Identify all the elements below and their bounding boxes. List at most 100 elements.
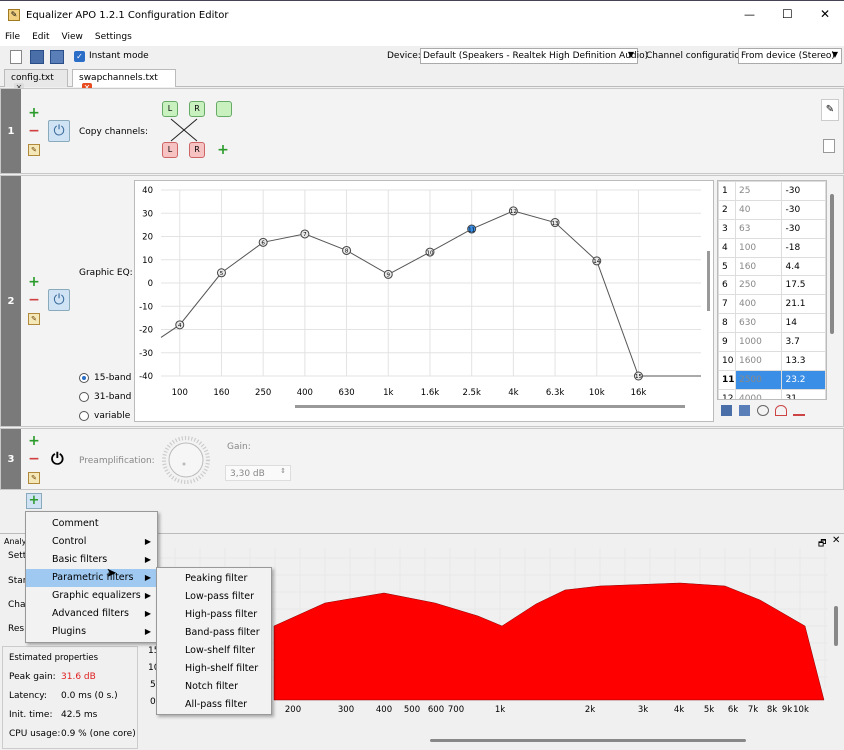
dest-channel-l[interactable]: L — [162, 142, 178, 158]
table-row[interactable]: 4 100 -18 — [718, 237, 826, 258]
table-cell[interactable]: 3.7 — [781, 332, 826, 353]
submenu-item[interactable]: All-pass filter — [157, 696, 247, 714]
table-cell[interactable]: 13.3 — [781, 351, 826, 371]
add-icon[interactable]: + — [28, 275, 40, 289]
menu-item[interactable]: Graphic equalizers ▶ — [26, 587, 157, 605]
table-row[interactable]: 8 630 14 — [718, 313, 826, 334]
table-cell[interactable]: 100 — [734, 237, 783, 258]
source-channel-r[interactable]: R — [189, 101, 205, 117]
table-cell[interactable]: 2500 — [734, 369, 783, 390]
align-icon[interactable] — [757, 405, 769, 416]
table-cell[interactable]: 3 — [718, 218, 736, 239]
save-as-icon[interactable] — [50, 50, 64, 64]
tab-swapchannels[interactable]: swapchannels.txt✕ — [72, 69, 176, 93]
table-cell[interactable]: 17.5 — [781, 275, 826, 296]
table-row[interactable]: 11 2500 23.2 — [718, 369, 826, 390]
table-cell[interactable]: 25 — [734, 181, 783, 201]
table-cell[interactable]: -18 — [781, 237, 826, 258]
table-row[interactable]: 10 1600 13.3 — [718, 351, 826, 371]
device-select[interactable]: Default (Speakers - Realtek High Definit… — [420, 48, 648, 64]
table-cell[interactable]: 12 — [718, 388, 736, 399]
menu-settings[interactable]: Settings — [89, 30, 138, 44]
instant-mode-checkbox[interactable]: ✓ — [74, 51, 85, 62]
radio-15-band[interactable] — [79, 373, 89, 383]
spread-icon[interactable] — [775, 405, 787, 416]
table-cell[interactable]: 160 — [734, 256, 783, 277]
eq-table[interactable]: 1 25 -30 2 40 -30 3 63 -30 4 100 -18 5 160 4.4 6 250 17.5… — [717, 180, 827, 400]
power-toggle[interactable]: ⏻ — [48, 120, 70, 142]
table-cell[interactable]: 9 — [718, 332, 736, 353]
table-row[interactable]: 7 400 21.1 — [718, 294, 826, 315]
edit-icon[interactable]: ✎ — [28, 144, 40, 156]
edit-icon[interactable]: ✎ — [28, 313, 40, 325]
table-cell[interactable]: 6 — [718, 275, 736, 296]
table-row[interactable]: 2 40 -30 — [718, 199, 826, 220]
eq-scrollbar-v[interactable] — [707, 251, 710, 311]
eq-chart[interactable]: 403020100-10-20-30-40100 160 250 400 630 1k 1.… — [134, 180, 714, 422]
add-icon[interactable]: + — [28, 106, 40, 120]
menu-view[interactable]: View — [56, 30, 89, 44]
save-icon[interactable] — [30, 50, 44, 64]
menu-item[interactable]: Control ▶ — [26, 533, 157, 551]
table-cell[interactable]: -30 — [781, 181, 826, 201]
table-cell[interactable]: 4 — [718, 237, 736, 258]
invert-icon[interactable] — [793, 405, 805, 416]
table-cell[interactable]: 250 — [734, 275, 783, 296]
menu-item[interactable]: Plugins ▶ — [26, 623, 157, 641]
table-cell[interactable]: 4000 — [734, 388, 783, 399]
add-filter-button[interactable]: + — [26, 493, 42, 509]
add-channel-icon[interactable]: + — [217, 143, 229, 157]
menu-item[interactable]: Advanced filters ▶ — [26, 605, 157, 623]
channel-config-select[interactable]: From device (Stereo) ▼ — [738, 48, 842, 64]
close-icon[interactable]: ✕ — [832, 535, 840, 546]
eq-scrollbar-h[interactable] — [295, 405, 685, 408]
new-file-icon[interactable] — [10, 50, 22, 64]
power-off-icon[interactable]: ⏻ — [51, 449, 64, 469]
table-cell[interactable]: 7 — [718, 294, 736, 315]
table-cell[interactable]: 11 — [718, 369, 736, 390]
table-cell[interactable]: 1 — [718, 181, 736, 201]
source-channel-empty[interactable] — [216, 101, 232, 117]
table-cell[interactable]: 5 — [718, 256, 736, 277]
table-cell[interactable]: 21.1 — [781, 294, 826, 315]
edit-icon[interactable]: ✎ — [28, 472, 40, 484]
radio-variable[interactable] — [79, 411, 89, 421]
table-cell[interactable]: 400 — [734, 294, 783, 315]
menu-item[interactable]: Parametric filters ▶ — [26, 569, 157, 587]
table-row[interactable]: 9 1000 3.7 — [718, 332, 826, 353]
power-toggle[interactable]: ⏻ — [48, 289, 70, 311]
table-cell[interactable]: 63 — [734, 218, 783, 239]
submenu-item[interactable]: High-shelf filter — [157, 660, 258, 678]
table-cell[interactable]: 4.4 — [781, 256, 826, 277]
analysis-scrollbar-h[interactable] — [430, 739, 746, 742]
menu-item[interactable]: Comment — [26, 515, 157, 533]
table-cell[interactable]: 14 — [781, 313, 826, 334]
document-icon[interactable] — [823, 139, 835, 153]
brush-icon[interactable]: ✎ — [821, 99, 839, 121]
table-cell[interactable]: 630 — [734, 313, 783, 334]
submenu-item[interactable]: Band-pass filter — [157, 624, 260, 642]
table-cell[interactable]: -30 — [781, 218, 826, 239]
table-cell[interactable]: 40 — [734, 199, 783, 220]
menu-item[interactable]: Basic filters ▶ — [26, 551, 157, 569]
save-icon[interactable] — [721, 405, 732, 416]
submenu-item[interactable]: Notch filter — [157, 678, 238, 696]
gain-spinbox[interactable]: 3,30 dB ⇕ — [225, 465, 291, 481]
table-cell[interactable]: 8 — [718, 313, 736, 334]
menu-edit[interactable]: Edit — [26, 30, 55, 44]
table-row[interactable]: 3 63 -30 — [718, 218, 826, 239]
tab-config[interactable]: config.txt✕ — [4, 69, 68, 93]
gain-knob[interactable] — [158, 433, 214, 487]
table-cell[interactable]: 10 — [718, 351, 736, 371]
menu-file[interactable]: File — [0, 30, 26, 44]
table-cell[interactable]: 31 — [781, 388, 826, 399]
remove-icon[interactable]: − — [28, 124, 40, 138]
submenu-item[interactable]: Peaking filter — [157, 570, 247, 588]
remove-icon[interactable]: − — [28, 452, 40, 466]
maximize-button[interactable]: ☐ — [782, 7, 793, 21]
dest-channel-r[interactable]: R — [189, 142, 205, 158]
analysis-scrollbar-v[interactable] — [834, 606, 838, 646]
minimize-button[interactable]: — — [744, 8, 755, 21]
submenu-item[interactable]: Low-pass filter — [157, 588, 254, 606]
import-icon[interactable] — [739, 405, 750, 416]
